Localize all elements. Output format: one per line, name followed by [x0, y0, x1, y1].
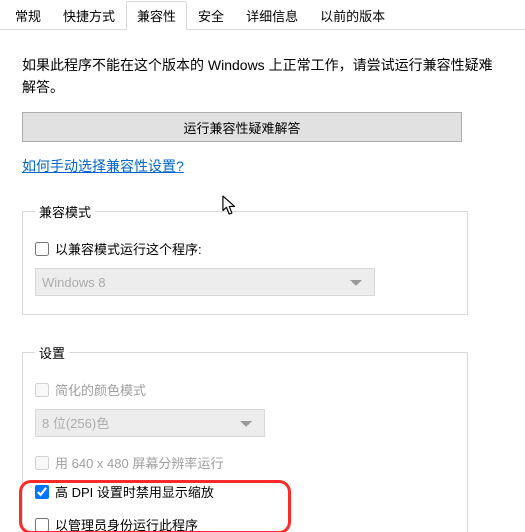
- tab-shortcut[interactable]: 快捷方式: [52, 1, 126, 30]
- res640-checkbox[interactable]: [35, 456, 49, 470]
- run-troubleshooter-button[interactable]: 运行兼容性疑难解答: [22, 112, 462, 142]
- reduced-color-checkbox[interactable]: [35, 383, 49, 397]
- tab-previous[interactable]: 以前的版本: [309, 1, 396, 30]
- dpi-scaling-checkbox[interactable]: [35, 485, 49, 499]
- manual-settings-link[interactable]: 如何手动选择兼容性设置?: [22, 156, 184, 176]
- tab-general[interactable]: 常规: [4, 1, 52, 30]
- tab-details[interactable]: 详细信息: [235, 1, 309, 30]
- reduced-color-label: 简化的颜色模式: [55, 380, 146, 399]
- description-text: 如果此程序不能在这个版本的 Windows 上正常工作，请尝试运行兼容性疑难解答…: [22, 54, 503, 98]
- tab-compatibility[interactable]: 兼容性: [126, 1, 187, 30]
- tab-content: 如果此程序不能在这个版本的 Windows 上正常工作，请尝试运行兼容性疑难解答…: [0, 30, 525, 532]
- res640-label: 用 640 x 480 屏幕分辨率运行: [55, 453, 223, 472]
- run-as-admin-checkbox[interactable]: [35, 518, 49, 532]
- compat-mode-checkbox[interactable]: [35, 242, 49, 256]
- compat-mode-legend: 兼容模式: [35, 202, 95, 221]
- tab-strip: 常规 快捷方式 兼容性 安全 详细信息 以前的版本: [0, 0, 525, 30]
- compat-mode-label: 以兼容模式运行这个程序:: [55, 239, 202, 258]
- color-mode-select[interactable]: 8 位(256)色: [35, 409, 265, 437]
- compat-mode-group: 兼容模式 以兼容模式运行这个程序: Windows 8: [22, 202, 468, 315]
- compat-mode-select[interactable]: Windows 8: [35, 268, 375, 296]
- settings-legend: 设置: [35, 343, 69, 362]
- tab-security[interactable]: 安全: [187, 1, 235, 30]
- run-as-admin-label: 以管理员身份运行此程序: [55, 515, 198, 532]
- dpi-scaling-label: 高 DPI 设置时禁用显示缩放: [55, 482, 214, 501]
- settings-group: 设置 简化的颜色模式 8 位(256)色 用 640 x 480 屏幕分辨率运行…: [22, 343, 468, 532]
